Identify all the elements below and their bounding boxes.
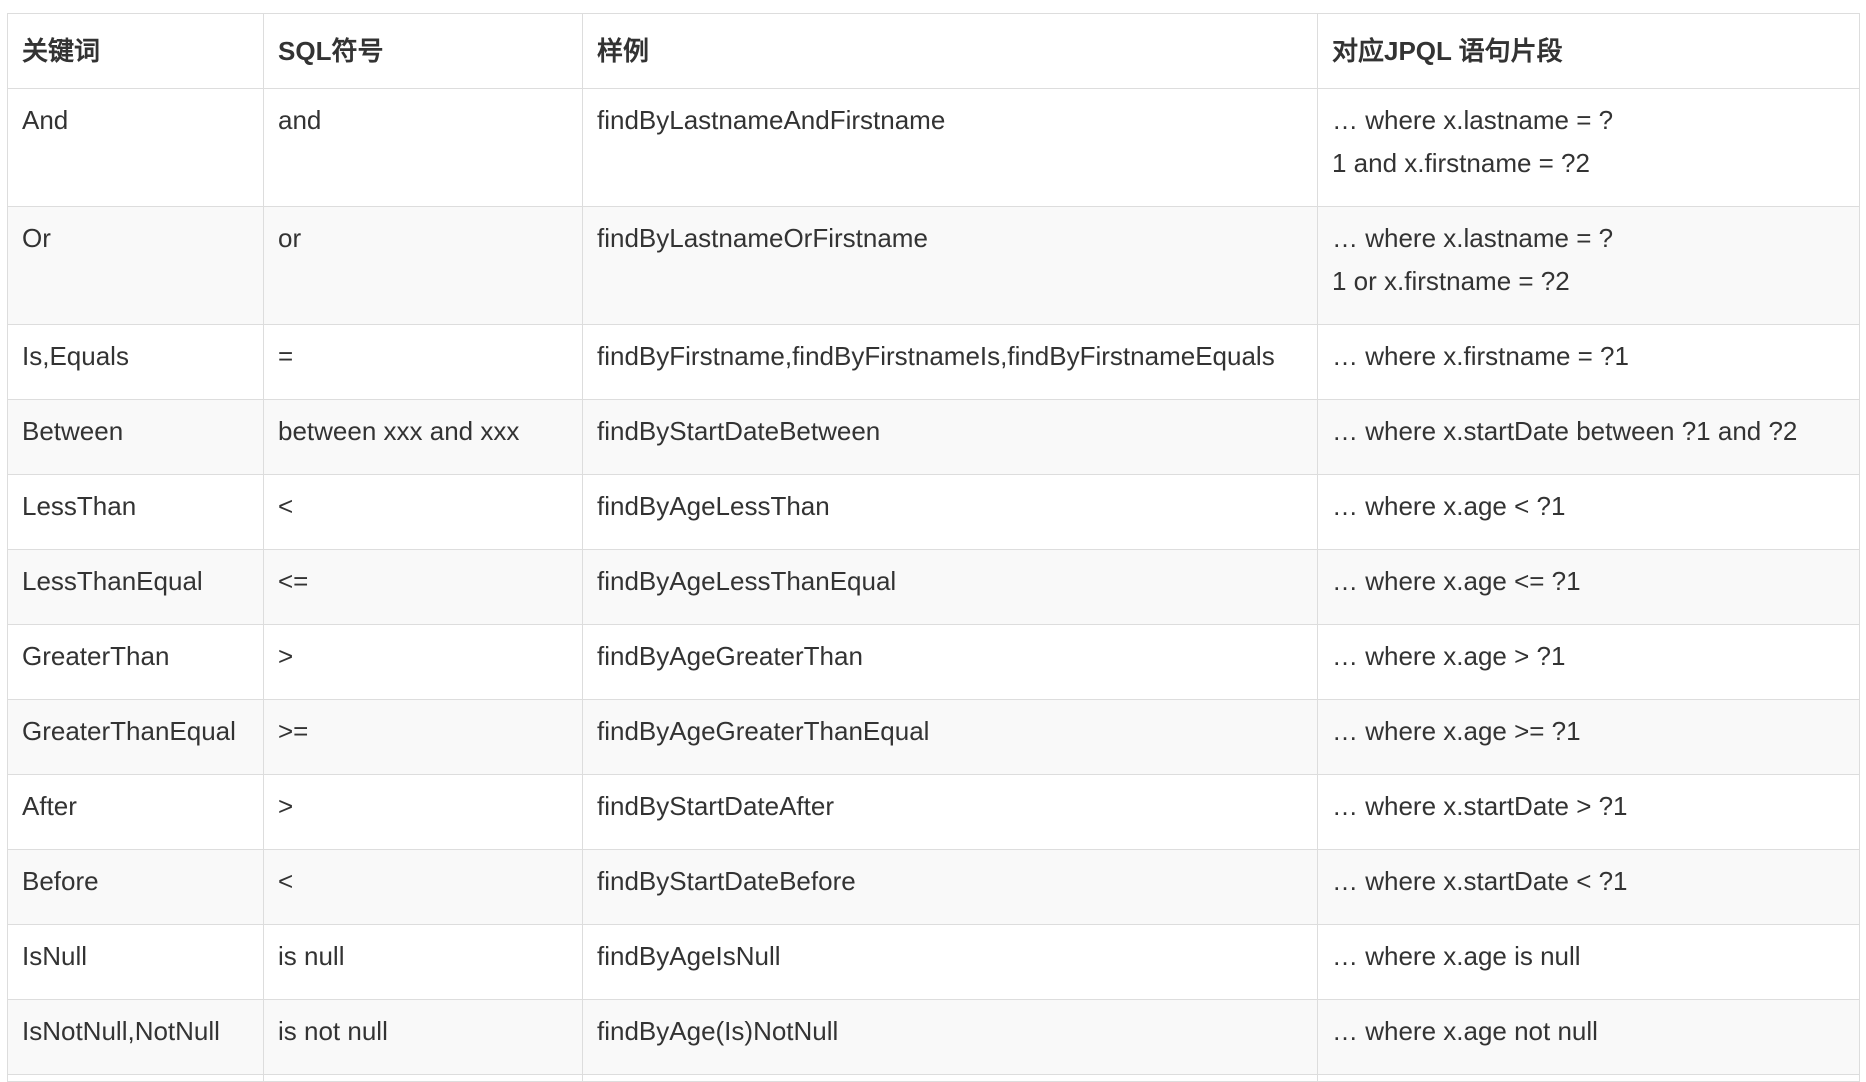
jpql-fragment-line: 1 or x.firstname = ?2	[1332, 266, 1570, 296]
keyword-cell: Between	[7, 399, 264, 475]
sql-symbol-cell: >	[263, 624, 583, 700]
sql-symbol-cell: and	[263, 88, 583, 207]
table-row: IsNotNull,NotNull is not null findByAge(Is…	[7, 999, 1860, 1075]
table-row: GreaterThanEqual >= findByAgeGreaterThanEq…	[7, 699, 1860, 775]
sql-symbol-cell: >=	[263, 699, 583, 775]
header-keyword: 关键词	[7, 13, 264, 89]
table-body: And and findByLastnameAndFirstname… where …	[7, 88, 1860, 1082]
sql-symbol-cell: is not null	[263, 999, 583, 1075]
keyword-cell: Is,Equals	[7, 324, 264, 400]
sql-symbol-cell: <	[263, 849, 583, 925]
jpql-fragment-line: … where x.age < ?1	[1332, 491, 1566, 521]
example-cell: findByStartDateBefore	[582, 849, 1318, 925]
example-cell: findByFirstname,findByFirstnameIs,findBy…	[582, 324, 1318, 400]
jpql-fragment-cell: … where x.age > ?1	[1317, 624, 1860, 700]
sql-symbol-cell: between xxx and xxx	[263, 399, 583, 475]
jpql-fragment-line: … where x.age >= ?1	[1332, 716, 1581, 746]
keyword-cell: IsNull	[7, 924, 264, 1000]
header-sql-symbol: SQL符号	[263, 13, 583, 89]
jpql-fragment-line: … where x.age <= ?1	[1332, 566, 1581, 596]
example-cell: findByAgeGreaterThanEqual	[582, 699, 1318, 775]
jpql-fragment-cell: … where x.firstname = ?1	[1317, 324, 1860, 400]
jpql-fragment-line: … where x.startDate < ?1	[1332, 866, 1628, 896]
table-row: Is,Equals = findByFirstname,findByFirstnam…	[7, 324, 1860, 400]
example-cell: findByStartDateBetween	[582, 399, 1318, 475]
header-example: 样例	[582, 13, 1318, 89]
table-row: And and findByLastnameAndFirstname… where …	[7, 88, 1860, 207]
jpql-fragment-line: … where x.age is null	[1332, 941, 1581, 971]
keyword-cell: GreaterThanEqual	[7, 699, 264, 775]
table-row-partial	[7, 1074, 1860, 1082]
jpql-fragment-line: … where x.age not null	[1332, 1016, 1598, 1046]
keyword-cell: GreaterThan	[7, 624, 264, 700]
jpql-fragment-line: … where x.firstname = ?1	[1332, 341, 1629, 371]
keyword-cell: After	[7, 774, 264, 850]
header-jpql-fragment: 对应JPQL 语句片段	[1317, 13, 1860, 89]
keyword-cell: LessThan	[7, 474, 264, 550]
example-cell: findByLastnameOrFirstname	[582, 206, 1318, 325]
jpql-fragment-cell: … where x.startDate between ?1 and ?2	[1317, 399, 1860, 475]
jpql-fragment-cell: … where x.age >= ?1	[1317, 699, 1860, 775]
table-row: LessThanEqual <= findByAgeLessThanEqual … w…	[7, 549, 1860, 625]
jpql-fragment-cell: … where x.startDate > ?1	[1317, 774, 1860, 850]
keyword-cell: Before	[7, 849, 264, 925]
jpql-fragment-cell: … where x.age not null	[1317, 999, 1860, 1075]
jpql-fragment-line: … where x.lastname = ?	[1332, 105, 1614, 135]
table-row: Or or findByLastnameOrFirstname… where x.l…	[7, 206, 1860, 325]
keyword-cell: IsNotNull,NotNull	[7, 999, 264, 1075]
header-row: 关键词 SQL符号 样例 对应JPQL 语句片段	[7, 13, 1860, 89]
jpql-fragment-cell: … where x.age <= ?1	[1317, 549, 1860, 625]
keyword-table-container: 关键词 SQL符号 样例 对应JPQL 语句片段 And and findByLas…	[7, 13, 1860, 1082]
jpql-fragment-cell: … where x.lastname = ? 1 or x.firstname =…	[1317, 206, 1860, 325]
table-row: After > findByStartDateAfter … where x.star…	[7, 774, 1860, 850]
jpql-fragment-cell: … where x.startDate < ?1	[1317, 849, 1860, 925]
keyword-cell: Or	[7, 206, 264, 325]
jpql-fragment-line: … where x.age > ?1	[1332, 641, 1566, 671]
example-cell: findByAgeIsNull	[582, 924, 1318, 1000]
table-cell-partial	[582, 1074, 1318, 1082]
keyword-cell: LessThanEqual	[7, 549, 264, 625]
jpql-fragment-line: … where x.lastname = ?	[1332, 223, 1614, 253]
example-cell: findByAgeLessThan	[582, 474, 1318, 550]
example-cell: findByStartDateAfter	[582, 774, 1318, 850]
table-cell-partial	[263, 1074, 583, 1082]
example-cell: findByAge(Is)NotNull	[582, 999, 1318, 1075]
jpql-fragment-cell: … where x.age is null	[1317, 924, 1860, 1000]
keyword-table: 关键词 SQL符号 样例 对应JPQL 语句片段 And and findByLas…	[7, 13, 1860, 1082]
table-row: GreaterThan > findByAgeGreaterThan … where …	[7, 624, 1860, 700]
table-cell-partial	[7, 1074, 264, 1082]
example-cell: findByAgeLessThanEqual	[582, 549, 1318, 625]
table-row: Before < findByStartDateBefore … where x.st…	[7, 849, 1860, 925]
sql-symbol-cell: >	[263, 774, 583, 850]
jpql-fragment-line: … where x.startDate between ?1 and ?2	[1332, 416, 1798, 446]
table-header: 关键词 SQL符号 样例 对应JPQL 语句片段	[7, 13, 1860, 89]
keyword-cell: And	[7, 88, 264, 207]
sql-symbol-cell: or	[263, 206, 583, 325]
sql-symbol-cell: is null	[263, 924, 583, 1000]
sql-symbol-cell: =	[263, 324, 583, 400]
jpql-fragment-line: 1 and x.firstname = ?2	[1332, 148, 1590, 178]
table-cell-partial	[1317, 1074, 1860, 1082]
table-row: Between between xxx and xxx findByStartDat…	[7, 399, 1860, 475]
table-row: LessThan < findByAgeLessThan … where x.age …	[7, 474, 1860, 550]
example-cell: findByAgeGreaterThan	[582, 624, 1318, 700]
table-row: IsNull is null findByAgeIsNull … where x.ag…	[7, 924, 1860, 1000]
sql-symbol-cell: <	[263, 474, 583, 550]
jpql-fragment-cell: … where x.age < ?1	[1317, 474, 1860, 550]
sql-symbol-cell: <=	[263, 549, 583, 625]
jpql-fragment-line: … where x.startDate > ?1	[1332, 791, 1628, 821]
example-cell: findByLastnameAndFirstname	[582, 88, 1318, 207]
jpql-fragment-cell: … where x.lastname = ? 1 and x.firstname …	[1317, 88, 1860, 207]
